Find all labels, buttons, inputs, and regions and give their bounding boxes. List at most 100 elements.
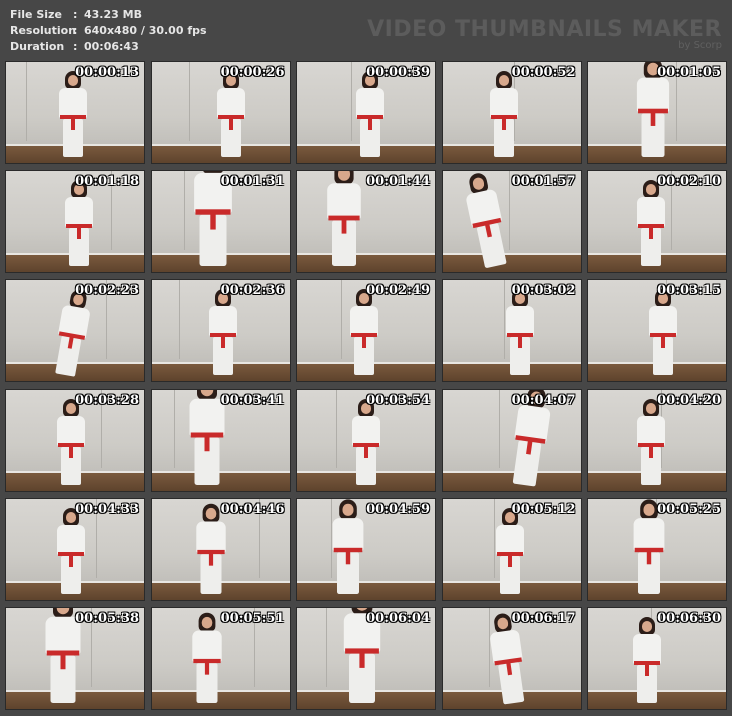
- figure-belt-tail: [646, 550, 652, 565]
- video-thumbnail: 00:01:18: [5, 170, 145, 274]
- figure-belt-tail: [60, 654, 66, 670]
- figure-belt-tail: [228, 118, 233, 130]
- karate-figure: [487, 71, 521, 157]
- figure-belt-tail: [507, 554, 512, 567]
- figure-belt-tail: [645, 663, 649, 676]
- file-size-value: 43.23 MB: [84, 8, 142, 21]
- karate-figure: [353, 71, 387, 157]
- figure-gi: [637, 197, 665, 228]
- karate-figure: [324, 171, 365, 267]
- figure-belt-tail: [204, 435, 209, 451]
- figure-belt-tail: [71, 118, 75, 130]
- wall-corner: [341, 280, 342, 360]
- brand-watermark: VIDEO THUMBNAILS MAKER by Scorp: [367, 18, 722, 52]
- karate-figure: [193, 503, 229, 594]
- video-thumbnail: 00:05:38: [5, 606, 145, 710]
- figure-face: [205, 507, 216, 520]
- karate-figure: [503, 289, 537, 376]
- video-thumbnail: 00:01:31: [150, 170, 291, 274]
- thumbnail-timestamp: 00:05:51: [220, 610, 285, 626]
- karate-figure: [329, 499, 366, 594]
- resolution-value: 640x480 / 30.00 fps: [84, 24, 207, 37]
- figure-belt-tail: [650, 112, 656, 126]
- video-thumbnail: 00:03:02: [441, 279, 582, 383]
- thumbnail-timestamp: 00:04:07: [511, 392, 576, 408]
- wall-corner: [26, 62, 27, 141]
- video-thumbnail: 00:04:46: [150, 497, 291, 601]
- video-thumbnail: 00:06:17: [441, 606, 582, 710]
- video-thumbnail: 00:04:59: [296, 497, 436, 601]
- video-thumbnail: 00:00:39: [296, 61, 436, 164]
- thumbnail-timestamp: 00:04:33: [75, 501, 139, 517]
- video-thumbnail: 00:01:57: [441, 170, 582, 274]
- karate-figure: [347, 289, 381, 376]
- figure-belt-tail: [359, 652, 365, 668]
- wall-corner: [351, 62, 352, 141]
- thumbnail-timestamp: 00:03:15: [657, 283, 721, 299]
- separator: :: [73, 24, 78, 37]
- figure-gi: [649, 306, 677, 337]
- figure-gi: [59, 88, 87, 118]
- video-thumbnail: 00:02:10: [587, 170, 727, 274]
- thumbnail-timestamp: 00:02:36: [220, 283, 285, 299]
- thumbnail-timestamp: 00:04:46: [220, 501, 285, 517]
- thumbnail-timestamp: 00:02:23: [75, 283, 139, 299]
- video-thumbnail: 00:03:15: [587, 279, 727, 383]
- figure-belt-tail: [517, 336, 522, 349]
- video-thumbnail: 00:02:36: [150, 279, 291, 383]
- thumbnail-timestamp: 00:06:17: [511, 610, 576, 626]
- thumbnail-timestamp: 00:01:31: [220, 174, 285, 190]
- thumbnail-timestamp: 00:05:38: [75, 610, 139, 626]
- thumbnail-timestamp: 00:02:10: [657, 174, 721, 190]
- brand-title: VIDEO THUMBNAILS MAKER: [367, 17, 722, 42]
- thumbnail-timestamp: 00:03:41: [220, 392, 285, 408]
- video-thumbnail: 00:05:25: [587, 497, 727, 601]
- video-thumbnail-sheet: { "info": { "rows": [ {"label": "File Si…: [0, 0, 732, 716]
- separator: :: [73, 8, 78, 21]
- figure-belt-tail: [69, 445, 73, 458]
- figure-belt-tail: [220, 336, 225, 349]
- karate-figure: [349, 398, 383, 485]
- file-size-row: File Size : 43.23 MB: [10, 7, 207, 23]
- figure-gi: [195, 521, 226, 553]
- figure-gi: [352, 415, 380, 446]
- figure-gi: [191, 630, 222, 662]
- karate-figure: [493, 507, 527, 594]
- thumbnail-timestamp: 00:00:26: [220, 65, 285, 80]
- figure-belt-tail: [341, 219, 347, 234]
- wall-corner: [336, 389, 337, 469]
- figure-gi: [505, 306, 534, 337]
- figure-gi: [637, 415, 665, 446]
- figure-belt-tail: [209, 213, 216, 230]
- video-thumbnail: 00:03:54: [296, 388, 436, 492]
- figure-belt-tail: [364, 445, 368, 458]
- figure-face: [643, 503, 655, 516]
- karate-figure: [54, 507, 88, 594]
- video-thumbnail: 00:06:30: [587, 606, 727, 710]
- thumbnail-timestamp: 00:00:13: [75, 65, 139, 80]
- figure-pants: [476, 223, 507, 269]
- figure-gi: [350, 306, 378, 337]
- figure-belt-tail: [661, 336, 665, 349]
- figure-gi: [633, 633, 661, 664]
- figure-gi: [495, 524, 524, 555]
- thumbnail-timestamp: 00:04:20: [657, 392, 721, 408]
- separator: :: [73, 40, 78, 53]
- thumbnail-timestamp: 00:01:05: [657, 65, 721, 80]
- wooden-floor: [297, 255, 435, 273]
- karate-figure: [189, 612, 225, 703]
- video-thumbnail: 00:04:33: [5, 497, 145, 601]
- file-info: File Size : 43.23 MB Resolution : 640x48…: [10, 7, 207, 55]
- thumbnail-timestamp: 00:01:18: [75, 174, 139, 190]
- figure-gi: [65, 197, 93, 228]
- karate-figure: [634, 398, 668, 485]
- video-thumbnail: 00:02:23: [5, 279, 145, 383]
- figure-gi: [57, 524, 85, 555]
- karate-figure: [214, 71, 248, 157]
- video-thumbnail: 00:06:04: [296, 606, 436, 710]
- figure-belt-tail: [649, 227, 653, 240]
- figure-gi: [636, 77, 670, 113]
- figure-face: [642, 620, 652, 632]
- figure-belt-tail: [368, 118, 372, 130]
- video-thumbnail: 00:04:07: [441, 388, 582, 492]
